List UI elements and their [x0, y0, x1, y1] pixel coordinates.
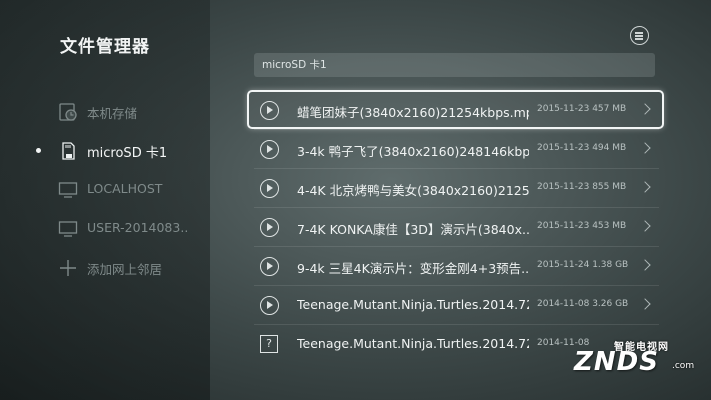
- sidebar-item-label: USER-2014083..: [87, 220, 189, 235]
- file-name: 3-4k 鸭子飞了(3840x2160)248146kbp..: [297, 144, 529, 159]
- sidebar-item-label: microSD 卡1: [87, 146, 168, 161]
- file-meta: 2015-11-23 855 MB: [537, 182, 627, 192]
- file-row[interactable]: 7-4K KONKA康佳【3D】演示片(3840x.. 2015-11-23 4…: [254, 208, 659, 247]
- chevron-right-icon: [639, 142, 651, 154]
- file-meta: 2014-11-08 3.26 GB: [537, 299, 629, 309]
- monitor-icon: [58, 221, 78, 237]
- file-row[interactable]: 9-4k 三星4K演示片：变形金刚4+3预告.. 2015-11-24 1.38…: [254, 247, 659, 286]
- sidebar-item-localhost[interactable]: LOCALHOST: [0, 170, 210, 209]
- file-meta: 2015-11-23 457 MB: [537, 104, 627, 114]
- file-name: 蜡笔团妹子(3840x2160)21254kbps.mp4: [297, 105, 529, 120]
- storage-nav: 本机存储 microSD 卡1 LOCALHOST USER-2014083..: [0, 92, 210, 287]
- sidebar-item-add-network[interactable]: 添加网上邻居: [0, 248, 210, 287]
- sidebar-item-microsd[interactable]: microSD 卡1: [0, 131, 210, 170]
- chevron-right-icon: [639, 298, 651, 310]
- chevron-right-icon: [639, 259, 651, 271]
- play-icon: [260, 296, 279, 315]
- breadcrumb: microSD 卡1: [254, 53, 655, 77]
- sidebar-item-label: 添加网上邻居: [87, 262, 163, 277]
- app-title: 文件管理器: [60, 37, 150, 57]
- file-name: 9-4k 三星4K演示片：变形金刚4+3预告..: [297, 261, 529, 276]
- chevron-right-icon: [639, 103, 651, 115]
- file-name: Teenage.Mutant.Ninja.Turtles.2014.72..: [297, 297, 529, 312]
- plus-icon: [60, 260, 76, 276]
- menu-lines-icon[interactable]: [630, 26, 649, 45]
- file-row[interactable]: 3-4k 鸭子飞了(3840x2160)248146kbp.. 2015-11-…: [254, 130, 659, 169]
- watermark-suffix: .com: [672, 361, 695, 371]
- sd-card-icon: [62, 142, 75, 160]
- sidebar-item-user-pc[interactable]: USER-2014083..: [0, 209, 210, 248]
- play-icon: [260, 179, 279, 198]
- clock-storage-icon: [59, 103, 77, 121]
- watermark-logo: 智能电视网 ZNDS .com: [566, 334, 706, 384]
- watermark-brand: ZNDS: [574, 347, 659, 377]
- sidebar-item-local-storage[interactable]: 本机存储: [0, 92, 210, 131]
- file-name: 4-4K 北京烤鸭与美女(3840x2160)2125..: [297, 183, 529, 198]
- unknown-file-icon: ?: [260, 335, 278, 353]
- file-name: Teenage.Mutant.Ninja.Turtles.2014.72..: [297, 336, 529, 351]
- file-row[interactable]: Teenage.Mutant.Ninja.Turtles.2014.72.. 2…: [254, 286, 659, 325]
- file-row[interactable]: 蜡笔团妹子(3840x2160)21254kbps.mp4 2015-11-23…: [247, 90, 664, 130]
- monitor-icon: [58, 182, 78, 198]
- play-icon: [260, 257, 279, 276]
- chevron-right-icon: [639, 181, 651, 193]
- file-meta: 2015-11-23 453 MB: [537, 221, 627, 231]
- sidebar: 文件管理器 本机存储 microSD 卡1 LOCALHOST USER-201…: [0, 0, 210, 400]
- file-row[interactable]: 4-4K 北京烤鸭与美女(3840x2160)2125.. 2015-11-23…: [254, 169, 659, 208]
- file-meta: 2015-11-23 494 MB: [537, 143, 627, 153]
- file-name: 7-4K KONKA康佳【3D】演示片(3840x..: [297, 222, 529, 237]
- sidebar-item-label: 本机存储: [87, 106, 138, 121]
- play-icon: [260, 218, 279, 237]
- file-meta: 2015-11-24 1.38 GB: [537, 260, 629, 270]
- play-icon: [260, 101, 279, 120]
- sidebar-item-label: LOCALHOST: [87, 181, 163, 196]
- active-indicator: [36, 148, 41, 153]
- chevron-right-icon: [639, 220, 651, 232]
- play-icon: [260, 140, 279, 159]
- file-list: 蜡笔团妹子(3840x2160)21254kbps.mp4 2015-11-23…: [247, 90, 664, 364]
